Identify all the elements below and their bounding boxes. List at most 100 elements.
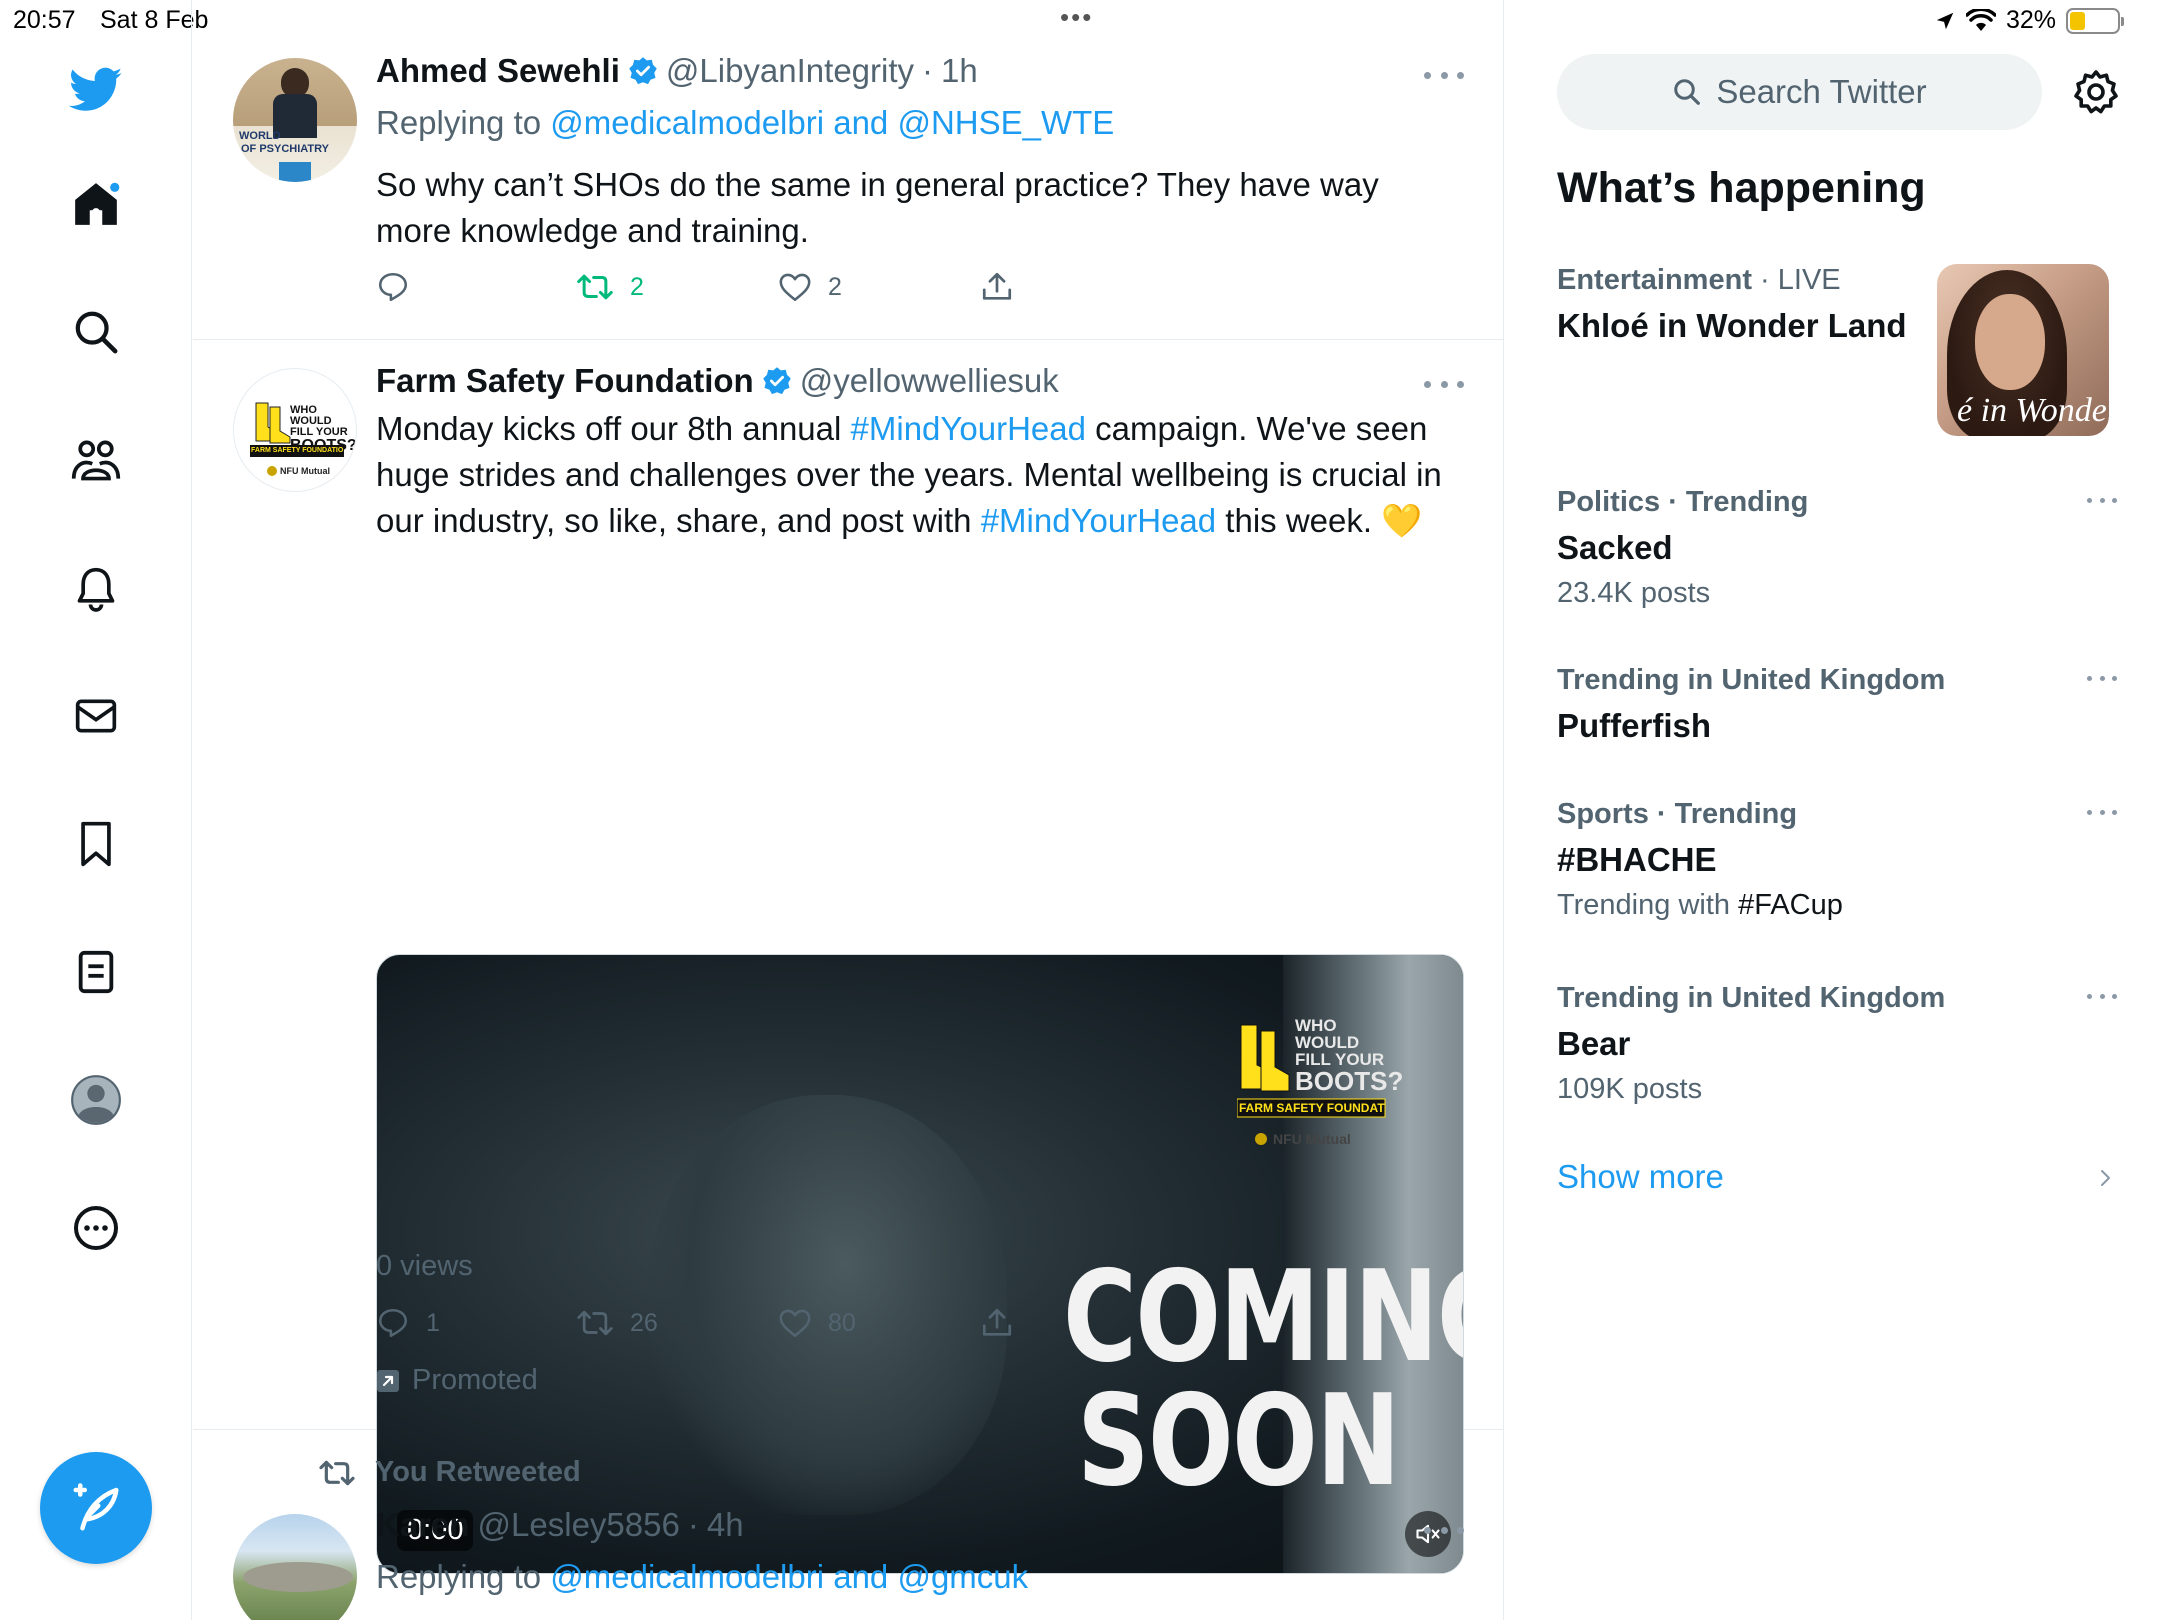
tweet-text: Monday kicks off our 8th annual #MindYou… <box>376 406 1456 544</box>
replying-to-prefix: Replying to <box>376 1558 542 1595</box>
replying-to: Replying to @medicalmodelbri and @gmcuk <box>376 1558 1028 1596</box>
trend-item[interactable]: Politics · Trending Sacked 23.4K posts <box>1557 486 2117 610</box>
author-avatar[interactable] <box>233 1514 357 1620</box>
tweet-time[interactable]: 4h <box>707 1506 744 1544</box>
left-navigation <box>0 0 192 1620</box>
trend-category-text: Trending in United Kingdom <box>1557 664 1946 696</box>
author-handle[interactable]: @Lesley5856 <box>478 1506 680 1544</box>
like-count: 80 <box>828 1308 856 1337</box>
reply-button[interactable]: 1 <box>376 1306 440 1340</box>
more-options-icon[interactable] <box>68 1200 124 1256</box>
text-part: Monday kicks off our 8th annual <box>376 410 851 447</box>
verified-badge-icon <box>762 367 791 395</box>
logo-line: WHO WOULD <box>1295 1016 1360 1052</box>
twitter-logo-icon[interactable] <box>68 62 124 118</box>
hashtag-link[interactable]: #MindYourHead <box>851 410 1086 447</box>
trend-item[interactable]: Trending in United Kingdom Pufferfish <box>1557 664 2117 745</box>
author-avatar[interactable]: WORLD OF PSYCHIATRY <box>233 58 357 182</box>
retweet-button[interactable]: 26 <box>576 1306 658 1340</box>
retweet-count: 2 <box>630 272 644 301</box>
author-name[interactable]: Farm Safety Foundation <box>376 362 754 400</box>
trend-post-count: 23.4K posts <box>1557 577 1711 609</box>
logo-sponsor: NFU Mutual <box>280 466 330 476</box>
trend-item[interactable]: Trending in United Kingdom Bear 109K pos… <box>1557 982 2117 1106</box>
retweet-icon <box>577 274 613 300</box>
home-icon[interactable] <box>68 176 124 232</box>
retweet-context-text[interactable]: You Retweeted <box>375 1456 581 1489</box>
logo-banner: FARM SAFETY FOUNDATION <box>1239 1101 1385 1115</box>
like-button[interactable]: 80 <box>778 1306 856 1340</box>
show-more-link[interactable]: Show more <box>1557 1158 1724 1196</box>
notifications-bell-icon[interactable] <box>68 560 124 616</box>
trend-name: Pufferfish <box>1557 707 1712 744</box>
bookmarks-icon[interactable] <box>68 816 124 872</box>
reply-icon <box>378 1308 408 1338</box>
messages-envelope-icon[interactable] <box>68 688 124 744</box>
thumbnail-face-shape <box>1975 294 2045 390</box>
trend-thumbnail[interactable]: é in Wonder I <box>1937 264 2109 436</box>
retweet-count: 26 <box>630 1308 658 1337</box>
settings-gear-icon[interactable] <box>2072 68 2120 116</box>
trending-with-tag[interactable]: #FACup <box>1738 889 1843 921</box>
tweet-more-icon[interactable] <box>1424 65 1464 85</box>
profile-avatar-icon[interactable] <box>68 1072 124 1128</box>
author-avatar[interactable]: WHO WOULD FILL YOUR BOOTS? FARM SAFETY F… <box>233 368 357 492</box>
retweet-button[interactable]: 2 <box>576 270 644 304</box>
communities-icon[interactable] <box>68 432 124 488</box>
trend-category: Trending in United Kingdom <box>1557 982 2117 1015</box>
hashtag-link[interactable]: #MindYourHead <box>981 502 1216 539</box>
trend-category-text: Sports · Trending <box>1557 798 1798 830</box>
trend-more-icon[interactable] <box>2087 806 2117 818</box>
trend-name: Sacked <box>1557 529 1673 566</box>
share-icon <box>982 1308 1012 1336</box>
lists-icon[interactable] <box>68 944 124 1000</box>
trend-post-count: 109K posts <box>1557 1073 1703 1105</box>
reply-button[interactable] <box>376 270 426 304</box>
tweet-header: Farm Safety Foundation @yellowwelliesuk <box>376 362 1059 400</box>
replying-to-users[interactable]: @medicalmodelbri and @gmcuk <box>550 1558 1028 1595</box>
overlay-line: COMING <box>1063 1243 1463 1390</box>
tweet[interactable]: You Retweeted Karen @Lesley5856 · 4h Rep… <box>193 1430 1503 1620</box>
avatar-logo-shape <box>279 162 311 182</box>
trend-category: Trending in United Kingdom <box>1557 664 2117 697</box>
tweet[interactable]: WORLD OF PSYCHIATRY Ahmed Sewehli @Libya… <box>193 0 1503 340</box>
retweet-icon <box>577 1310 613 1336</box>
separator-dot: · <box>922 52 934 89</box>
search-input[interactable]: Search Twitter <box>1557 54 2042 130</box>
trend-more-icon[interactable] <box>2087 494 2117 506</box>
logo-line: BOOTS? <box>1295 1066 1404 1096</box>
retweet-context-icon <box>319 1460 355 1485</box>
heart-icon <box>779 273 811 302</box>
tweet-actions: 2 2 <box>376 270 1056 310</box>
share-button[interactable] <box>980 270 1014 304</box>
trend-item[interactable]: Sports · Trending #BHACHE Trending with … <box>1557 798 2117 922</box>
author-name[interactable]: Ahmed Sewehli <box>376 52 620 90</box>
promoted-tweet[interactable]: WHO WOULD FILL YOUR BOOTS? FARM SAFETY F… <box>193 340 1503 1574</box>
avatar-caption: WORLD OF PSYCHIATRY <box>239 130 329 156</box>
tweet-more-icon[interactable] <box>1424 374 1464 394</box>
author-handle[interactable]: @yellowwelliesuk <box>800 362 1059 400</box>
tweet-more-icon[interactable] <box>1424 1520 1464 1540</box>
tweet-time[interactable]: 1h <box>941 52 978 90</box>
timeline-feed[interactable]: WORLD OF PSYCHIATRY Ahmed Sewehli @Libya… <box>193 0 1504 1620</box>
author-handle[interactable]: @LibyanIntegrity <box>666 52 914 90</box>
chevron-right-icon[interactable] <box>2093 1166 2117 1190</box>
tweet-header: Karen @Lesley5856 · 4h <box>376 1506 744 1544</box>
trend-more-icon[interactable] <box>2087 990 2117 1002</box>
compose-tweet-button[interactable] <box>40 1452 152 1564</box>
author-name[interactable]: Karen <box>376 1506 470 1544</box>
like-button[interactable]: 2 <box>778 270 842 304</box>
trend-more-icon[interactable] <box>2087 672 2117 684</box>
promoted-text: Promoted <box>412 1364 538 1396</box>
thumbnail-text: é in Wonder I <box>1957 392 2109 429</box>
search-icon[interactable] <box>68 304 124 360</box>
trend-trending-with: Trending with #FACup <box>1557 889 2117 922</box>
share-button[interactable] <box>980 1306 1014 1340</box>
replying-to-users[interactable]: @medicalmodelbri and @NHSE_WTE <box>550 104 1114 141</box>
separator-dot: · <box>1751 264 1778 296</box>
tweet-actions: 1 26 80 <box>376 1306 1056 1346</box>
tweet-header: Ahmed Sewehli @LibyanIntegrity · 1h <box>376 52 978 90</box>
search-placeholder: Search Twitter <box>1716 73 1927 110</box>
reply-icon <box>378 272 408 302</box>
promoted-label: Promoted <box>376 1364 538 1397</box>
